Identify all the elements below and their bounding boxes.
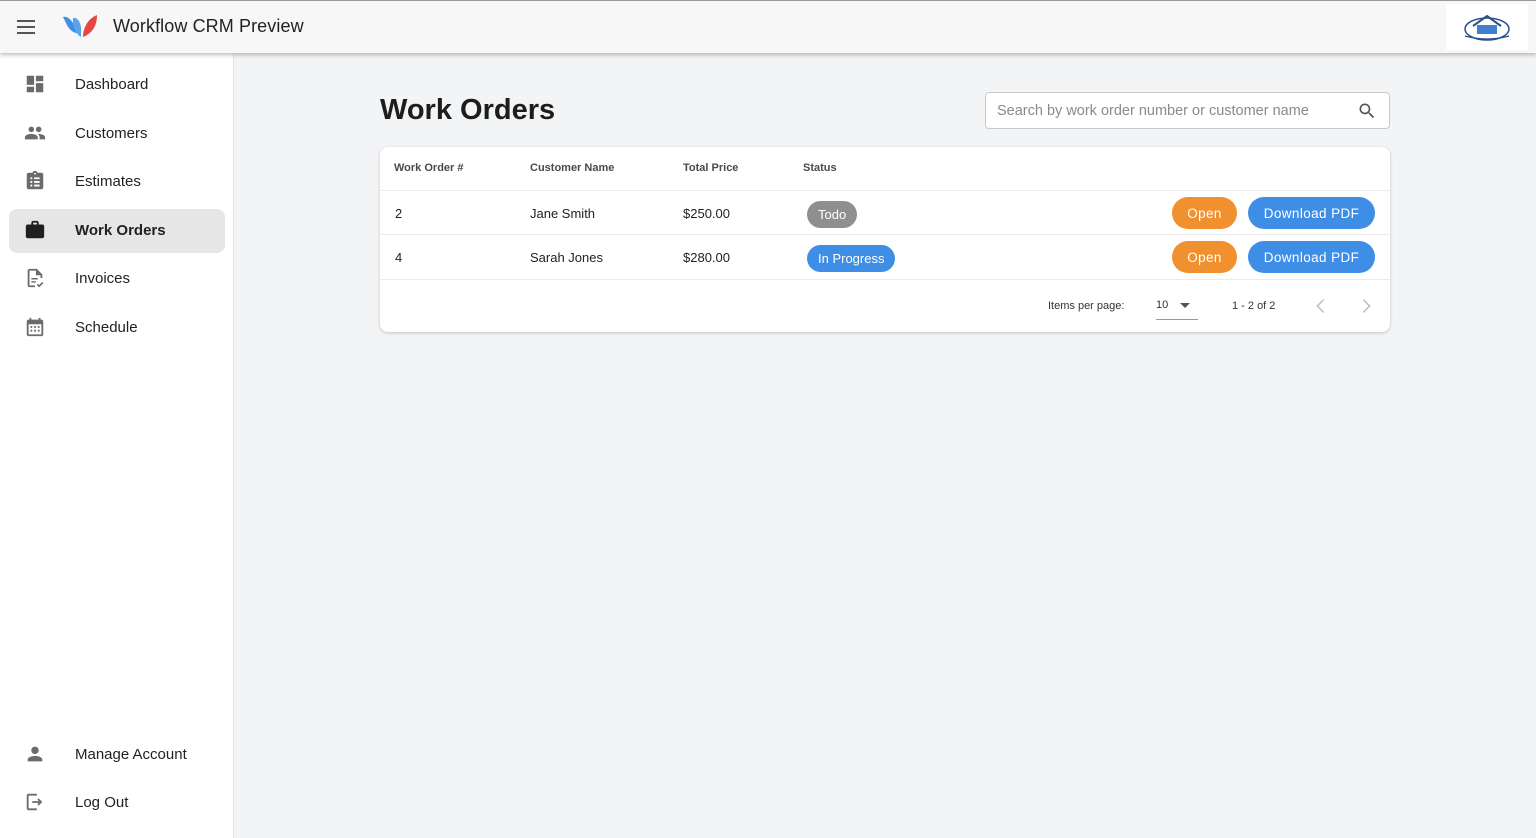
calendar-icon	[24, 316, 46, 338]
page-title: Work Orders	[380, 94, 556, 126]
sidebar-item-label: Log Out	[75, 794, 129, 811]
top-app-bar: Workflow CRM Preview	[0, 0, 1536, 53]
sidebar-item-manage-account[interactable]: Manage Account	[9, 733, 225, 777]
sidebar-item-label: Customers	[75, 125, 148, 142]
total-price: $280.00	[683, 250, 730, 265]
column-header-customer-name[interactable]: Customer Name	[530, 162, 614, 174]
workflow-logo-icon	[61, 13, 99, 41]
person-icon	[24, 743, 46, 765]
sidebar-item-log-out[interactable]: Log Out	[9, 781, 225, 825]
sidebar-item-schedule[interactable]: Schedule	[9, 306, 225, 350]
search-icon[interactable]	[1357, 101, 1377, 121]
items-per-page-label: Items per page:	[1048, 300, 1125, 312]
company-logo	[1446, 4, 1528, 50]
customer-name: Sarah Jones	[530, 250, 603, 265]
briefcase-icon	[24, 219, 46, 241]
items-per-page-select[interactable]: 10	[1156, 294, 1198, 320]
previous-page-button[interactable]	[1310, 295, 1332, 317]
column-header-work-order-number[interactable]: Work Order #	[394, 162, 464, 174]
clipboard-list-icon	[24, 170, 46, 192]
column-header-status[interactable]: Status	[803, 162, 837, 174]
dashboard-icon	[24, 73, 46, 95]
total-price: $250.00	[683, 206, 730, 221]
open-button[interactable]: Open	[1172, 197, 1237, 229]
sidebar-item-label: Invoices	[75, 270, 131, 287]
items-per-page-value: 10	[1156, 299, 1169, 311]
people-icon	[24, 122, 46, 144]
app-title: Workflow CRM Preview	[113, 16, 304, 36]
status-badge: In Progress	[807, 245, 896, 272]
hamburger-menu-icon[interactable]	[14, 15, 38, 39]
open-button[interactable]: Open	[1172, 241, 1237, 273]
sidebar-item-label: Work Orders	[75, 222, 166, 239]
sidebar-item-dashboard[interactable]: Dashboard	[9, 63, 225, 107]
sidebar-item-customers[interactable]: Customers	[9, 112, 225, 156]
chevron-down-icon	[1180, 303, 1190, 308]
column-header-total-price[interactable]: Total Price	[683, 162, 738, 174]
next-page-button[interactable]	[1355, 295, 1377, 317]
chevron-left-icon	[1316, 298, 1325, 314]
sidebar-item-label: Schedule	[75, 319, 138, 336]
table-row: 4 Sarah Jones $280.00 In Progress Open D…	[380, 234, 1390, 278]
sidebar-item-label: Dashboard	[75, 76, 149, 93]
chevron-right-icon	[1362, 298, 1371, 314]
search-box	[985, 92, 1390, 129]
sidebar-item-estimates[interactable]: Estimates	[9, 160, 225, 204]
status-badge: Todo	[807, 201, 858, 228]
work-order-number: 4	[395, 250, 403, 265]
customer-name: Jane Smith	[530, 206, 596, 221]
work-orders-table: Work Order # Customer Name Total Price S…	[380, 147, 1390, 332]
sidebar-item-label: Manage Account	[75, 746, 187, 763]
logout-icon	[24, 791, 46, 813]
search-input[interactable]	[997, 101, 1342, 121]
download-pdf-button[interactable]: Download PDF	[1248, 197, 1375, 229]
page-range-label: 1 - 2 of 2	[1232, 300, 1276, 312]
sidebar: Dashboard Customers Estimates Work Order…	[0, 53, 234, 838]
work-order-number: 2	[395, 206, 403, 221]
sidebar-item-work-orders[interactable]: Work Orders	[9, 209, 225, 253]
table-row: 2 Jane Smith $250.00 Todo Open Download …	[380, 190, 1390, 234]
download-pdf-button[interactable]: Download PDF	[1248, 241, 1375, 273]
document-check-icon	[24, 267, 46, 289]
paginator: Items per page: 10 1 - 2 of 2	[380, 279, 1390, 332]
sidebar-item-label: Estimates	[75, 173, 141, 190]
sidebar-item-invoices[interactable]: Invoices	[9, 257, 225, 301]
